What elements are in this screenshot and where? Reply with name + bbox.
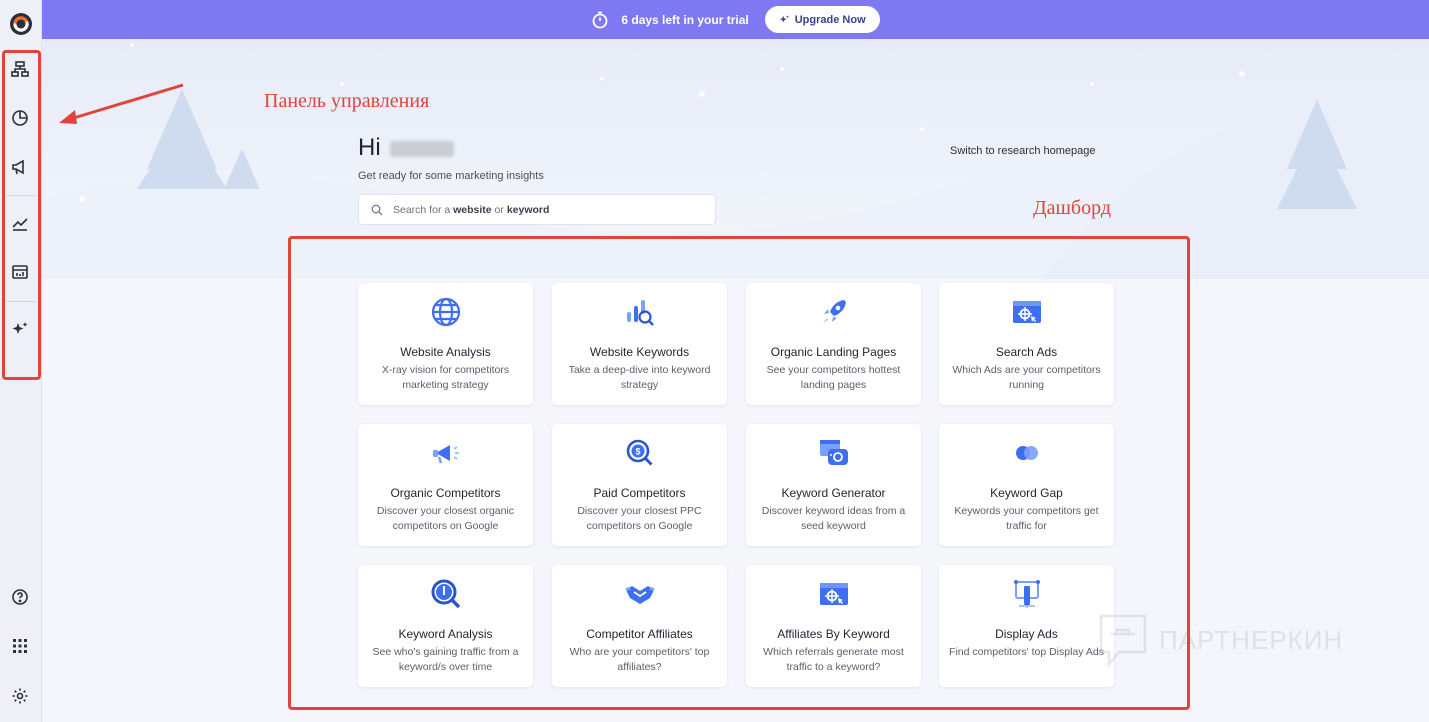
sparkle-icon <box>779 15 789 23</box>
greeting-title: Hi <box>358 134 381 161</box>
sidebar-annotation-label: Панель управления <box>264 90 430 112</box>
dashboard-annotation-box <box>288 236 1190 710</box>
trial-banner: 6 days left in your trial Upgrade Now <box>42 0 1429 39</box>
trial-text: 6 days left in your trial <box>621 12 749 27</box>
apps-grid-icon <box>13 639 27 653</box>
annotation-arrow-icon <box>59 83 184 124</box>
sidebar <box>0 0 42 722</box>
switch-research-link[interactable]: Switch to research homepage <box>950 145 1096 157</box>
settings-icon <box>12 688 28 704</box>
help-icon <box>12 589 28 605</box>
sidebar-item-settings[interactable] <box>9 685 31 707</box>
dashboard-annotation-label: Дашборд <box>1033 197 1112 219</box>
greeting-subtitle: Get ready for some marketing insights <box>358 170 544 182</box>
blurred-username <box>390 141 454 157</box>
search-icon <box>371 204 383 215</box>
upgrade-label: Upgrade Now <box>794 13 866 26</box>
timer-icon <box>591 11 609 29</box>
sidebar-annotation-box <box>2 50 41 380</box>
search-placeholder: Search for a website or keyword <box>393 203 550 216</box>
search-input[interactable]: Search for a website or keyword <box>358 194 716 225</box>
sidebar-item-apps[interactable] <box>9 635 31 657</box>
similarweb-logo[interactable] <box>9 12 33 36</box>
sidebar-item-help[interactable] <box>9 586 31 608</box>
upgrade-button[interactable]: Upgrade Now <box>764 6 880 33</box>
